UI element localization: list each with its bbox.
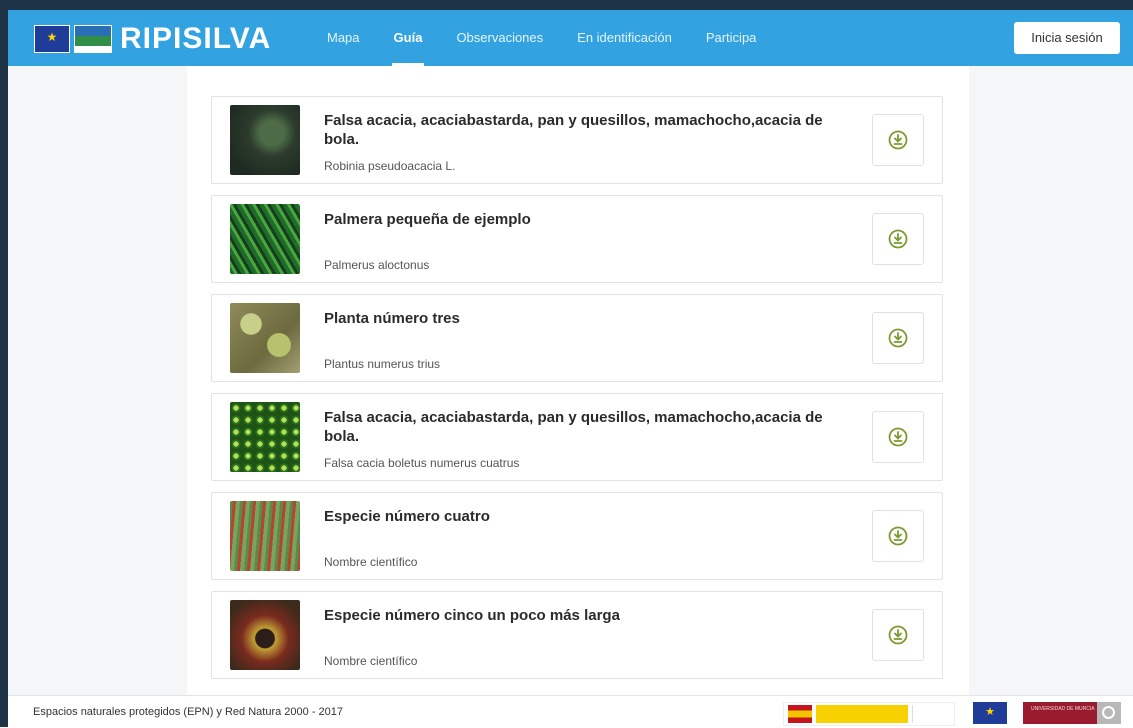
nav-item-participa[interactable]: Participa bbox=[706, 10, 757, 66]
window-top-strip bbox=[8, 0, 1133, 10]
sundew-photo-icon bbox=[230, 501, 300, 571]
nav-item-observaciones[interactable]: Observaciones bbox=[456, 10, 543, 66]
site-logo[interactable]: RIPISILVA bbox=[34, 22, 271, 56]
university-seal-icon bbox=[1097, 702, 1121, 724]
site-logo-text: RIPISILVA bbox=[120, 22, 272, 55]
download-icon bbox=[888, 328, 908, 348]
download-button[interactable] bbox=[872, 609, 924, 661]
window-frame bbox=[0, 0, 8, 727]
download-button[interactable] bbox=[872, 312, 924, 364]
main-nav: Mapa Guía Observaciones En identificació… bbox=[327, 10, 790, 66]
species-card[interactable]: Especie número cuatro Nombre científico bbox=[211, 492, 943, 580]
top-navigation-bar: RIPISILVA Mapa Guía Observaciones En ide… bbox=[8, 10, 1133, 66]
download-icon bbox=[888, 427, 908, 447]
eu-flag-icon bbox=[973, 702, 1007, 724]
species-guide-list: Falsa acacia, acaciabastarda, pan y ques… bbox=[187, 66, 969, 695]
species-card[interactable]: Planta número tres Plantus numerus trius bbox=[211, 294, 943, 382]
download-icon bbox=[888, 625, 908, 645]
download-button[interactable] bbox=[872, 510, 924, 562]
species-card[interactable]: Falsa acacia, acaciabastarda, pan y ques… bbox=[211, 393, 943, 481]
nav-item-guia[interactable]: Guía bbox=[391, 10, 425, 66]
download-icon bbox=[888, 526, 908, 546]
species-scientific-name: Palmerus aloctonus bbox=[324, 258, 430, 272]
species-scientific-name: Nombre científico bbox=[324, 555, 418, 569]
download-button[interactable] bbox=[872, 114, 924, 166]
species-scientific-name: Falsa cacia boletus numerus cuatrus bbox=[324, 456, 520, 470]
species-common-name: Falsa acacia, acaciabastarda, pan y ques… bbox=[324, 409, 823, 445]
species-common-name: Palmera pequeña de ejemplo bbox=[324, 211, 531, 228]
download-icon bbox=[888, 229, 908, 249]
duckweed-photo-icon bbox=[230, 402, 300, 472]
moss-photo-icon bbox=[230, 303, 300, 373]
species-common-name: Especie número cuatro bbox=[324, 508, 490, 525]
species-card[interactable]: Falsa acacia, acaciabastarda, pan y ques… bbox=[211, 96, 943, 184]
download-icon bbox=[888, 130, 908, 150]
login-button[interactable]: Inicia sesión bbox=[1014, 22, 1120, 54]
spanish-government-logo-icon bbox=[783, 702, 955, 726]
species-common-name: Especie número cinco un poco más larga bbox=[324, 607, 620, 624]
species-common-name: Planta número tres bbox=[324, 310, 460, 327]
umu-logo-text: UNIVERSIDAD DE MURCIA bbox=[1031, 706, 1095, 712]
university-of-murcia-logo: UNIVERSIDAD DE MURCIA bbox=[1023, 702, 1121, 724]
download-button[interactable] bbox=[872, 411, 924, 463]
page-footer: Espacios naturales protegidos (EPN) y Re… bbox=[8, 695, 1133, 728]
natura-2000-logo-icon bbox=[74, 25, 112, 53]
eu-flag-icon bbox=[34, 25, 70, 53]
species-card[interactable]: Especie número cinco un poco más larga N… bbox=[211, 591, 943, 679]
species-scientific-name: Plantus numerus trius bbox=[324, 357, 441, 371]
nav-item-en-identificacion[interactable]: En identificación bbox=[577, 10, 672, 66]
fern-photo-icon bbox=[230, 204, 300, 274]
tree-photo-icon bbox=[230, 105, 300, 175]
species-scientific-name: Nombre científico bbox=[324, 654, 418, 668]
species-common-name: Falsa acacia, acaciabastarda, pan y ques… bbox=[324, 112, 823, 148]
footer-copyright: Espacios naturales protegidos (EPN) y Re… bbox=[33, 706, 344, 718]
carnivorous-plant-photo-icon bbox=[230, 600, 300, 670]
nav-item-mapa[interactable]: Mapa bbox=[327, 10, 360, 66]
download-button[interactable] bbox=[872, 213, 924, 265]
species-scientific-name: Robinia pseudoacacia L. bbox=[324, 159, 456, 173]
species-card[interactable]: Palmera pequeña de ejemplo Palmerus aloc… bbox=[211, 195, 943, 283]
